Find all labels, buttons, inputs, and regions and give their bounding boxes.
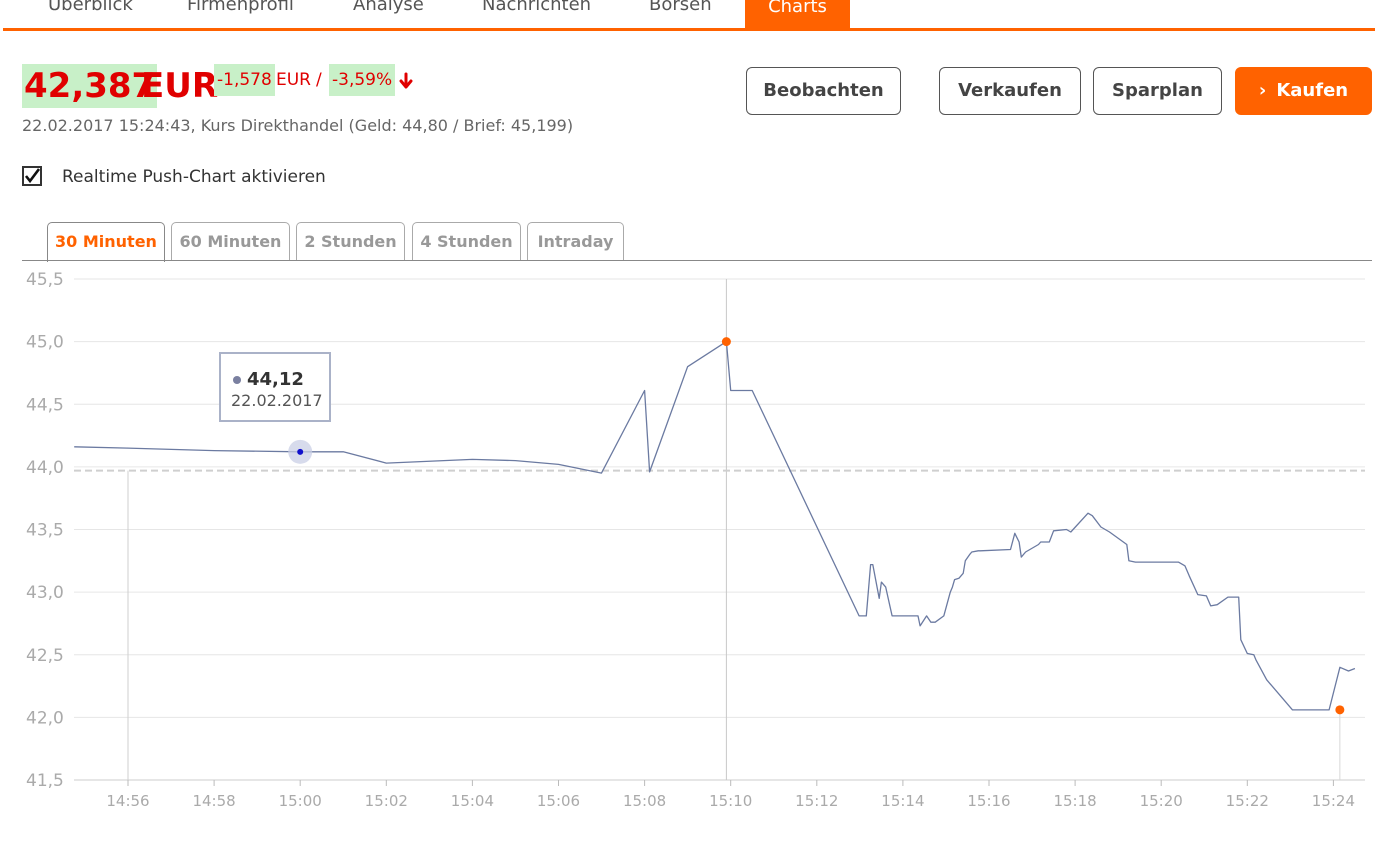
x-tick-label: 15:08 [623,792,666,810]
x-tick-label: 15:00 [279,792,322,810]
focus-point [297,448,304,455]
tooltip-value: 44,12 [247,369,304,390]
y-tick-label: 43,5 [26,521,64,541]
x-tick-label: 15:02 [365,792,408,810]
marker-point [1335,705,1345,715]
x-tick-label: 15:14 [881,792,924,810]
y-tick-label: 42,5 [26,646,64,666]
y-tick-label: 44,0 [26,458,64,478]
x-tick-label: 15:06 [537,792,580,810]
x-tick-label: 15:20 [1140,792,1183,810]
x-tick-label: 15:24 [1312,792,1355,810]
x-tick-label: 15:10 [709,792,752,810]
y-tick-label: 42,0 [26,708,64,728]
tooltip-series-dot [233,376,241,384]
y-tick-label: 45,5 [26,270,64,290]
x-tick-label: 15:18 [1053,792,1096,810]
x-tick-label: 15:12 [795,792,838,810]
x-tick-label: 15:22 [1226,792,1269,810]
y-tick-label: 45,0 [26,333,64,353]
y-tick-label: 41,5 [26,771,64,791]
y-tick-label: 44,5 [26,395,64,415]
x-tick-label: 15:04 [451,792,494,810]
price-chart[interactable]: 45,5 45,0 44,5 44,0 43,5 43,0 42,5 42,0 41,5 14:5… [0,0,1375,850]
x-tick-label: 14:58 [192,792,235,810]
tooltip-date: 22.02.2017 [231,391,323,410]
y-tick-label: 43,0 [26,583,64,603]
marker-point [721,337,731,347]
x-tick-label: 14:56 [106,792,149,810]
x-tick-label: 15:16 [967,792,1010,810]
